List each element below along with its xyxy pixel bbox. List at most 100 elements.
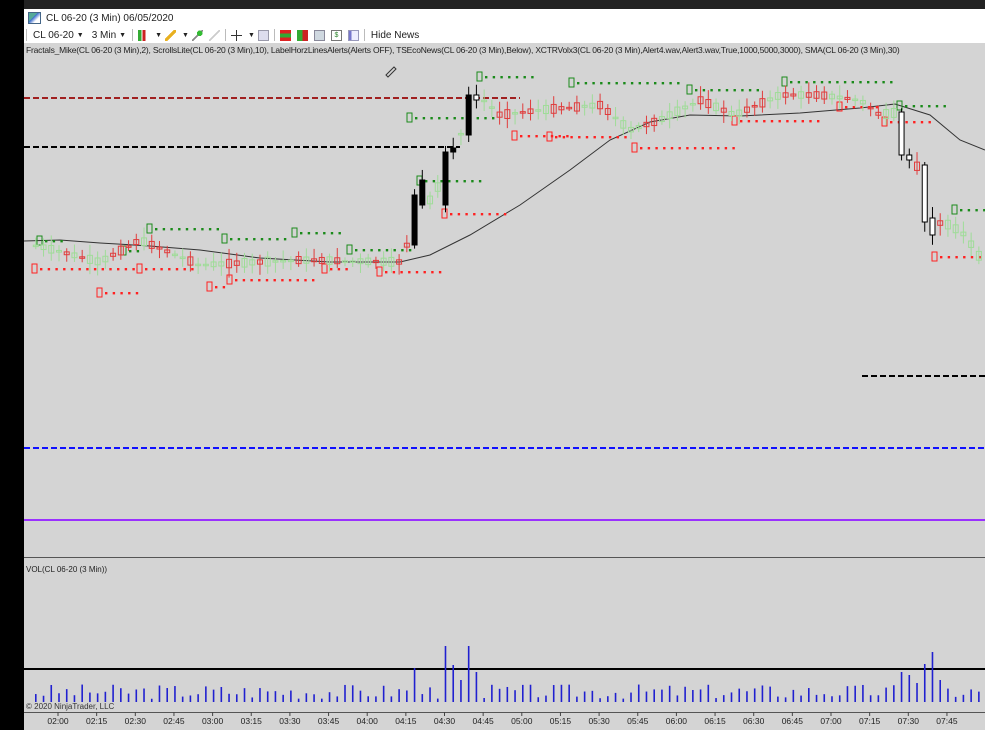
fractal-high-dot <box>478 180 482 183</box>
fractal-low-dot <box>258 279 261 282</box>
fractal-high-dot <box>859 81 862 84</box>
fractal-low-dot <box>670 147 674 150</box>
fractal-low-dot <box>330 268 333 271</box>
fractal-high-dot <box>178 228 181 231</box>
fractal-low-dot <box>160 268 163 271</box>
fractal-high-dot <box>432 180 436 183</box>
fractal-low-dot <box>222 286 226 289</box>
fractal-high-dot <box>476 117 479 120</box>
time-label: 02:30 <box>124 716 146 726</box>
fractal-high-dot <box>890 81 893 84</box>
candle-body <box>929 217 936 236</box>
fractal-low-dot <box>928 121 931 124</box>
time-label: 03:00 <box>201 716 224 726</box>
fractal-low-dot <box>616 136 619 139</box>
fractal-high-dot <box>52 240 56 243</box>
fractal-high-dot <box>577 82 580 85</box>
fractal-high-dot <box>170 228 173 231</box>
fractal-low-dot <box>273 279 276 282</box>
time-label: 02:00 <box>47 716 69 726</box>
fractal-high-dot <box>874 81 878 84</box>
fractal-high-dot <box>463 180 466 183</box>
fractal-low-dot <box>281 279 284 282</box>
fractal-high-dot <box>323 232 326 235</box>
fractal-low-dot <box>109 268 112 271</box>
fractal-high-dot <box>756 89 759 92</box>
fractal-low-dot <box>215 286 218 289</box>
fractal-low-dot <box>105 292 108 295</box>
fractal-high-dot <box>600 82 603 85</box>
fractal-low-dot <box>562 136 566 139</box>
fractal-high-dot <box>790 81 793 84</box>
fractal-low-dot <box>152 268 156 271</box>
fractal-high-dot <box>500 76 503 79</box>
fractal-low-dot <box>503 213 507 216</box>
fractal-low-dot <box>120 292 123 295</box>
fractal-high-dot <box>828 81 831 84</box>
fractal-low-dot <box>47 268 51 271</box>
screen-left-edge <box>0 0 24 730</box>
fractal-low-dot <box>438 271 442 274</box>
fractal-high-dot <box>193 228 196 231</box>
fractal-high-dot <box>615 82 618 85</box>
fractal-low-dot <box>431 271 434 274</box>
fractal-high-dot <box>370 249 373 252</box>
fractal-high-dot <box>484 117 487 120</box>
fractal-low-dot <box>527 135 531 138</box>
fractal-high-dot <box>748 89 752 92</box>
fractal-low-dot <box>86 268 89 271</box>
fractal-low-dot <box>809 120 812 123</box>
time-label: 02:45 <box>163 716 185 726</box>
time-label: 03:30 <box>279 716 301 726</box>
time-label: 06:00 <box>665 716 688 726</box>
fractal-high-dot <box>268 238 271 241</box>
fractal-low-dot <box>970 256 974 259</box>
fractal-high-dot <box>440 180 443 183</box>
fractal-low-dot <box>408 271 411 274</box>
fractal-low-dot <box>191 268 194 271</box>
fractal-low-dot <box>740 120 743 123</box>
time-label: 06:45 <box>781 716 803 726</box>
fractal-low-dot <box>570 136 573 139</box>
fractal-high-dot <box>882 81 885 84</box>
fractal-high-dot <box>607 82 611 85</box>
fractal-low-dot <box>793 120 797 123</box>
fractal-high-dot <box>733 89 736 92</box>
fractal-low-dot <box>693 147 697 150</box>
fractal-low-dot <box>242 279 246 282</box>
fractal-low-dot <box>555 136 558 139</box>
fractal-low-dot <box>940 256 943 259</box>
fractal-low-dot <box>578 136 581 139</box>
fractal-low-dot <box>920 121 924 124</box>
fractal-low-dot <box>845 106 848 109</box>
fractal-low-dot <box>770 120 774 123</box>
fractal-low-dot <box>415 271 419 274</box>
fractal-high-dot <box>975 209 978 212</box>
fractal-low-dot <box>663 147 666 150</box>
fractal-low-dot <box>101 268 104 271</box>
price-chart[interactable] <box>24 9 985 730</box>
fractal-high-dot <box>471 180 474 183</box>
fractal-low-dot <box>701 147 704 150</box>
fractal-low-dot <box>392 271 396 274</box>
fractal-high-dot <box>425 180 428 183</box>
fractal-low-dot <box>717 147 720 150</box>
fractal-low-dot <box>345 268 348 271</box>
fractal-low-dot <box>593 136 596 139</box>
fractal-high-dot <box>515 76 519 79</box>
fractal-low-dot <box>183 268 186 271</box>
fractal-high-dot <box>695 89 698 92</box>
fractal-high-dot <box>492 76 496 79</box>
candle-body <box>473 94 480 101</box>
candle-body <box>465 94 472 136</box>
fractal-high-dot <box>438 117 441 120</box>
candle-body <box>898 111 905 156</box>
time-label: 07:15 <box>859 716 881 726</box>
fractal-high-dot <box>905 105 908 108</box>
fractal-low-dot <box>175 268 179 271</box>
time-label: 07:30 <box>897 716 919 726</box>
fractal-high-dot <box>401 249 404 252</box>
fractal-low-dot <box>235 279 238 282</box>
fractal-high-dot <box>928 105 931 108</box>
fractal-low-dot <box>566 135 569 138</box>
